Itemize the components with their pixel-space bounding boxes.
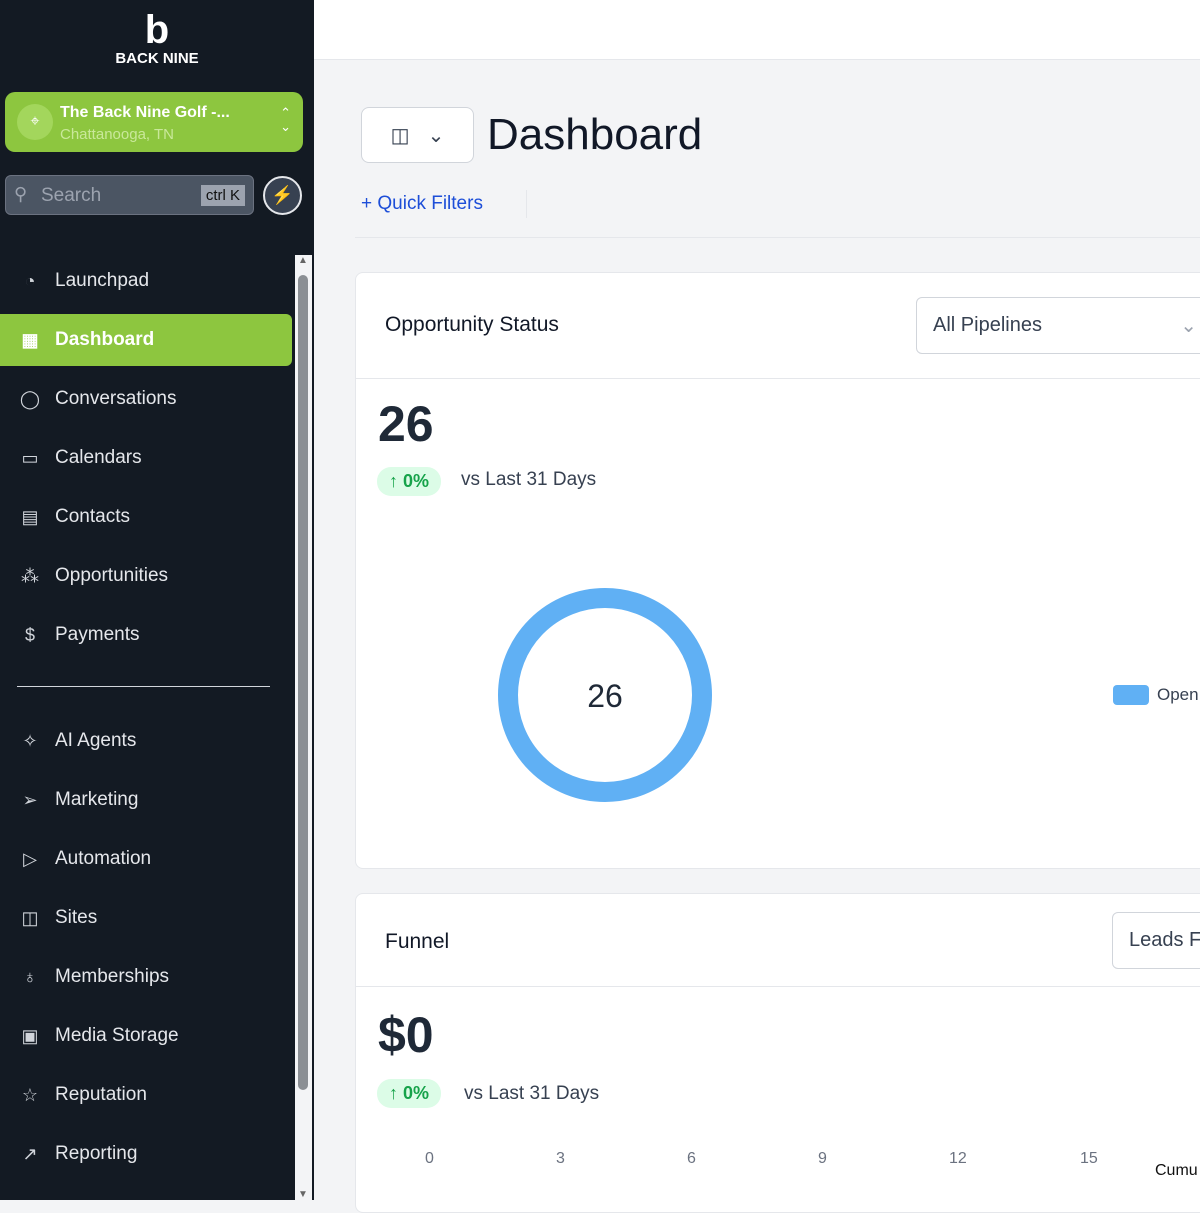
funnel-select[interactable]: Leads F [1112, 912, 1200, 969]
search-input[interactable]: ⚲ Search ctrl K [5, 175, 254, 215]
sidebar-item-memberships[interactable]: ♁ Memberships [0, 951, 292, 1003]
nav-divider [17, 686, 270, 687]
change-badge: ↑ 0% [377, 467, 442, 496]
sidebar-item-calendars[interactable]: ▭ Calendars [0, 432, 292, 484]
sidebar-item-payments[interactable]: $ Payments [0, 609, 292, 661]
launchpad-icon: ◔ [24, 270, 36, 291]
funnel-card: Funnel Leads F $0 ↑ 0% vs Last 31 Days [355, 893, 1200, 1213]
funnel-axis-tick: 12 [949, 1150, 967, 1167]
sidebar-item-opportunities[interactable]: ⁂ Opportunities [0, 550, 292, 602]
search-icon: ⚲ [14, 184, 28, 204]
legend-open[interactable]: Open [1113, 685, 1199, 705]
sidebar-item-automation[interactable]: ▷ Automation [0, 833, 292, 885]
calendars-icon: ▭ [21, 447, 39, 468]
opportunity-status-card: Opportunity Status All Pipelines ⌄ 26 ↑ 0… [355, 272, 1200, 869]
change-badge: ↑ 0% [377, 1079, 442, 1108]
sidebar-scrollbar[interactable]: ▲ ▼ [295, 255, 312, 1200]
sidebar-item-conversations[interactable]: ◯ Conversations [0, 373, 292, 425]
media-storage-icon: ▣ [21, 1025, 39, 1046]
sidebar-item-reporting[interactable]: ↗ Reporting [0, 1128, 292, 1180]
funnel-axis-tick: 15 [1080, 1150, 1098, 1167]
dashboard-icon: ▦ [21, 329, 39, 350]
location-pin-icon: ⌖ [17, 104, 53, 140]
chevron-updown-icon: ⌃ ⌄ [280, 105, 291, 134]
marketing-icon: ➢ [22, 789, 38, 810]
automation-icon: ▷ [23, 848, 37, 869]
page-title: Dashboard [487, 110, 703, 159]
sidebar-item-ai-agents[interactable]: ✧ AI Agents [0, 715, 292, 767]
sidebar-item-reputation[interactable]: ☆ Reputation [0, 1069, 292, 1121]
contacts-icon: ▤ [21, 506, 39, 527]
layout-icon: ◫ [390, 124, 410, 147]
sidebar-item-sites[interactable]: ◫ Sites [0, 892, 292, 944]
sidebar-item-launchpad[interactable]: ◔ Launchpad [0, 255, 292, 307]
pipeline-select[interactable]: All Pipelines ⌄ [916, 297, 1200, 354]
donut-center-value: 26 [587, 678, 623, 714]
quick-action-bolt-icon[interactable]: ⚡ [263, 176, 302, 215]
location-switcher[interactable]: ⌖ The Back Nine Golf -... Chattanooga, T… [5, 92, 303, 152]
sidebar-item-contacts[interactable]: ▤ Contacts [0, 491, 292, 543]
funnel-axis-tick: 0 [425, 1150, 434, 1167]
payments-icon: $ [24, 624, 35, 645]
chevron-down-icon: ⌄ [1180, 315, 1197, 337]
opportunities-icon: ⁂ [21, 565, 39, 586]
memberships-icon: ♁ [23, 966, 37, 987]
quick-filters-button[interactable]: + Quick Filters [361, 193, 483, 215]
dashboard-view-switcher[interactable]: ◫ ⌄ [361, 107, 474, 163]
sites-icon: ◫ [21, 907, 39, 928]
sidebar-item-dashboard[interactable]: ▦ Dashboard [0, 314, 292, 366]
conversations-icon: ◯ [19, 388, 41, 409]
funnel-axis-tick: 3 [556, 1150, 565, 1167]
reporting-icon: ↗ [22, 1143, 38, 1164]
funnel-axis-tick: 6 [687, 1150, 696, 1167]
reputation-icon: ☆ [21, 1084, 39, 1105]
chevron-down-icon: ⌄ [427, 124, 445, 147]
funnel-axis-tick: 9 [818, 1150, 827, 1167]
opportunity-donut-chart: 26 [498, 588, 712, 802]
sidebar-item-media-storage[interactable]: ▣ Media Storage [0, 1010, 292, 1062]
ai-agents-icon: ✧ [22, 730, 38, 751]
top-bar [314, 0, 1200, 60]
sidebar: b BACK NINE ⌖ The Back Nine Golf -... Ch… [0, 0, 314, 1200]
sidebar-item-marketing[interactable]: ➢ Marketing [0, 774, 292, 826]
back-nine-logo[interactable]: b BACK NINE [0, 10, 314, 67]
